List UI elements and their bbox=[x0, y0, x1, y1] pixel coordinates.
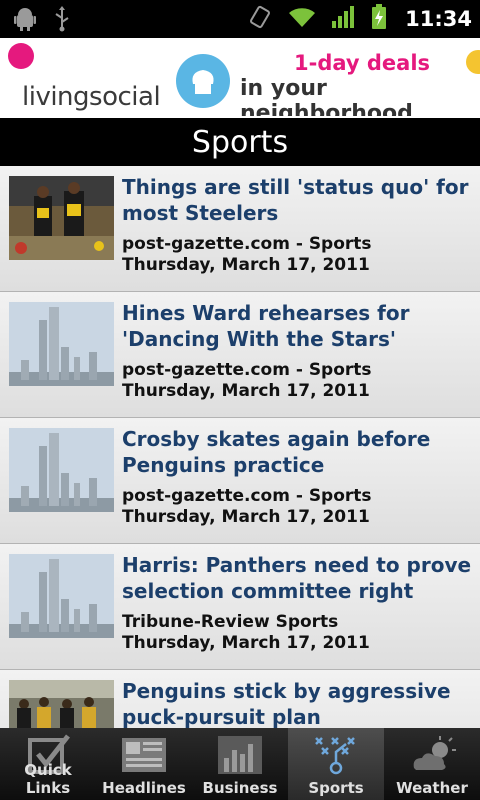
bar-chart-icon bbox=[216, 734, 264, 776]
ad-headline: 1-day deals bbox=[294, 51, 431, 75]
article-date: Thursday, March 17, 2011 bbox=[122, 381, 370, 401]
article-thumbnail bbox=[9, 680, 114, 728]
status-bar: 11:34 bbox=[0, 0, 480, 38]
article-headline: Things are still 'status quo' for most S… bbox=[122, 175, 469, 225]
list-item[interactable]: Hines Ward rehearses for 'Dancing With t… bbox=[0, 292, 480, 418]
tab-business[interactable]: Business bbox=[192, 728, 288, 800]
battery-charging-icon bbox=[371, 4, 387, 34]
article-thumbnail bbox=[9, 176, 114, 260]
article-headline: Harris: Panthers need to prove selection… bbox=[122, 553, 472, 603]
article-thumbnail bbox=[9, 554, 114, 638]
tab-headlines[interactable]: Headlines bbox=[96, 728, 192, 800]
ad-decoration-icon bbox=[8, 43, 34, 69]
usb-icon bbox=[54, 6, 70, 36]
article-source: Tribune-Review Sports bbox=[122, 612, 339, 632]
tab-label: Business bbox=[202, 779, 278, 797]
playbook-icon bbox=[312, 734, 360, 776]
article-thumbnail bbox=[9, 302, 114, 386]
article-headline: Penguins stick by aggressive puck-pursui… bbox=[122, 679, 451, 728]
list-item[interactable]: Things are still 'status quo' for most S… bbox=[0, 166, 480, 292]
tab-label: Sports bbox=[308, 779, 364, 797]
article-date: Thursday, March 17, 2011 bbox=[122, 255, 370, 275]
signal-icon bbox=[331, 5, 357, 33]
vibrate-icon bbox=[247, 4, 273, 34]
article-list[interactable]: Things are still 'status quo' for most S… bbox=[0, 166, 480, 728]
newspaper-icon bbox=[120, 734, 168, 776]
tab-label: Weather bbox=[396, 779, 468, 797]
list-item[interactable]: Harris: Panthers need to prove selection… bbox=[0, 544, 480, 670]
article-source: post-gazette.com - Sports bbox=[122, 360, 372, 380]
wifi-icon bbox=[287, 5, 317, 33]
article-thumbnail bbox=[9, 428, 114, 512]
ad-brand: livingsocial bbox=[22, 82, 161, 112]
list-item[interactable]: Penguins stick by aggressive puck-pursui… bbox=[0, 670, 480, 728]
ad-banner[interactable]: livingsocial 1-day deals in your neighbo… bbox=[0, 38, 480, 116]
ad-subline: in your neighborhood bbox=[240, 76, 413, 116]
tab-sports[interactable]: Sports bbox=[288, 728, 384, 800]
tab-weather[interactable]: Weather bbox=[384, 728, 480, 800]
article-source: post-gazette.com - Sports bbox=[122, 486, 372, 506]
tab-label: Quick Links bbox=[24, 761, 72, 797]
article-headline: Crosby skates again before Penguins prac… bbox=[122, 427, 431, 477]
list-item[interactable]: Crosby skates again before Penguins prac… bbox=[0, 418, 480, 544]
clock: 11:34 bbox=[405, 7, 472, 31]
tab-bar: Quick Links Headlines Business Sports We… bbox=[0, 728, 480, 800]
article-headline: Hines Ward rehearses for 'Dancing With t… bbox=[122, 301, 410, 351]
article-date: Thursday, March 17, 2011 bbox=[122, 507, 370, 527]
tab-label: Headlines bbox=[102, 779, 186, 797]
weather-icon bbox=[408, 734, 456, 776]
tab-quick-links[interactable]: Quick Links bbox=[0, 728, 96, 800]
article-date: Thursday, March 17, 2011 bbox=[122, 633, 370, 653]
page-title: Sports bbox=[0, 116, 480, 166]
article-source: post-gazette.com - Sports bbox=[122, 234, 372, 254]
ad-decoration-icon bbox=[466, 50, 480, 74]
cupcake-icon bbox=[176, 54, 230, 108]
android-debug-icon bbox=[14, 7, 36, 35]
